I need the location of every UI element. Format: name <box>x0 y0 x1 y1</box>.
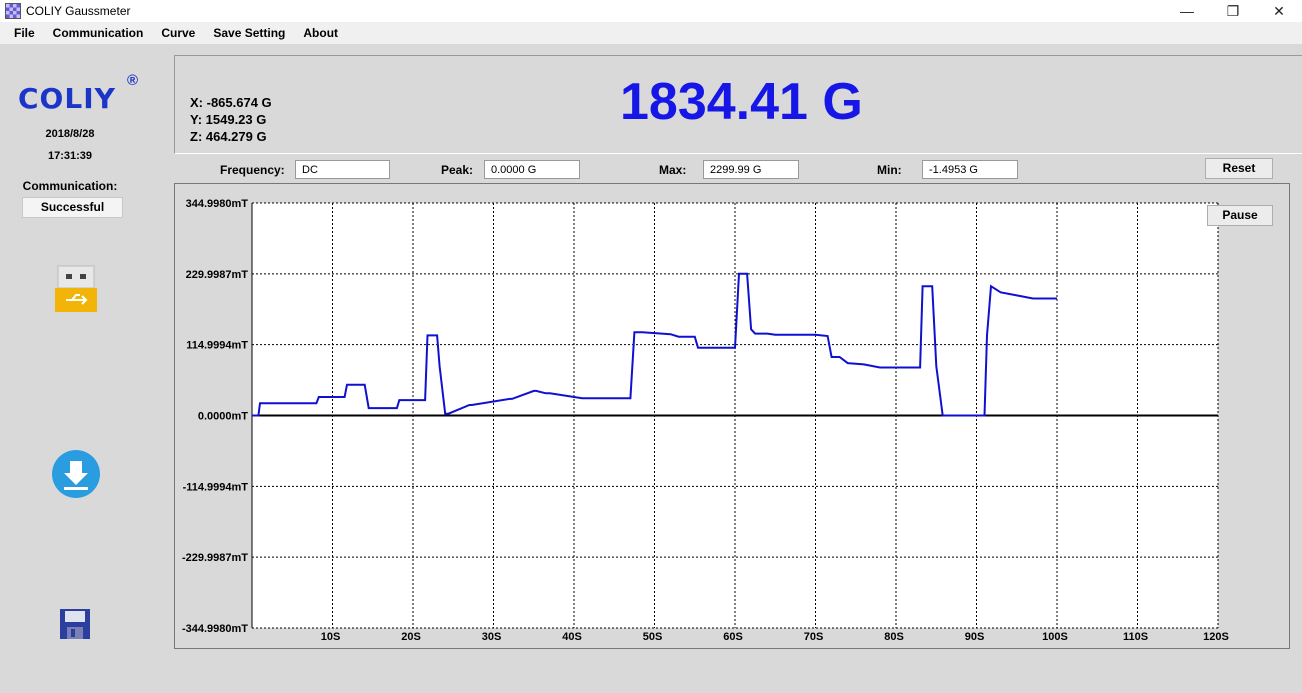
magnitude-value: 1834.41 G <box>620 73 863 131</box>
y-tick-label: -344.9980mT <box>182 623 248 635</box>
x-tick-label: 40S <box>562 631 582 643</box>
x-tick-label: 100S <box>1042 631 1068 643</box>
menu-curve[interactable]: Curve <box>152 26 204 40</box>
pause-button[interactable]: Pause <box>1207 205 1273 226</box>
window-title: COLIY Gaussmeter <box>26 4 131 18</box>
x-tick-label: 20S <box>401 631 421 643</box>
registered-mark: ® <box>127 72 139 89</box>
x-tick-label: 30S <box>482 631 502 643</box>
z-axis-value: Z: 464.279 G <box>190 129 267 144</box>
peak-label: Peak: <box>441 163 474 177</box>
minimize-icon[interactable]: — <box>1164 0 1210 22</box>
menu-file[interactable]: File <box>0 26 44 40</box>
min-label: Min: <box>877 163 902 177</box>
x-tick-label: 80S <box>884 631 904 643</box>
close-icon[interactable]: ✕ <box>1256 0 1302 22</box>
y-tick-label: -114.9994mT <box>183 481 249 493</box>
download-icon[interactable] <box>50 448 102 500</box>
save-disk-icon[interactable] <box>59 608 91 640</box>
y-tick-label: 229.9987mT <box>186 269 249 281</box>
x-tick-label: 70S <box>804 631 824 643</box>
menu-communication[interactable]: Communication <box>44 26 153 40</box>
title-bar: COLIY Gaussmeter — ❐ ✕ <box>0 0 1302 22</box>
field-curve-chart: 344.9980mT 229.9987mT 114.9994mT 0.0000mT -1… <box>182 198 1229 643</box>
y-axis-value: Y: 1549.23 G <box>190 112 267 127</box>
y-tick-label: -229.9987mT <box>182 552 248 564</box>
restore-icon[interactable]: ❐ <box>1210 0 1256 22</box>
window-controls: — ❐ ✕ <box>1164 0 1302 22</box>
x-tick-label: 110S <box>1123 631 1148 643</box>
usb-drive-icon[interactable] <box>52 264 100 314</box>
x-tick-label: 120S <box>1203 631 1229 643</box>
x-tick-label: 60S <box>723 631 743 643</box>
x-tick-label: 90S <box>965 631 985 643</box>
brand-logo: COLIY <box>18 82 116 115</box>
app-icon <box>5 3 21 19</box>
communication-status: Successful <box>22 197 123 218</box>
current-time: 17:31:39 <box>47 150 93 162</box>
max-label: Max: <box>659 163 687 177</box>
peak-field[interactable]: 0.0000 G <box>484 160 580 179</box>
min-field[interactable]: -1.4953 G <box>922 160 1018 179</box>
menu-about[interactable]: About <box>294 26 347 40</box>
frequency-field[interactable]: DC <box>295 160 390 179</box>
menu-save-setting[interactable]: Save Setting <box>204 26 294 40</box>
communication-label: Communication: <box>22 179 118 193</box>
y-tick-label: 0.0000mT <box>198 411 248 423</box>
y-tick-label: 344.9980mT <box>186 198 249 210</box>
reset-button[interactable]: Reset <box>1205 158 1273 179</box>
frequency-label: Frequency: <box>220 163 285 177</box>
x-axis-value: X: -865.674 G <box>190 95 272 110</box>
menu-bar: File Communication Curve Save Setting Ab… <box>0 22 1302 44</box>
x-tick-label: 10S <box>321 631 341 643</box>
max-field[interactable]: 2299.99 G <box>703 160 799 179</box>
y-tick-label: 114.9994mT <box>186 340 248 352</box>
current-date: 2018/8/28 <box>45 128 95 140</box>
x-tick-label: 50S <box>643 631 663 643</box>
